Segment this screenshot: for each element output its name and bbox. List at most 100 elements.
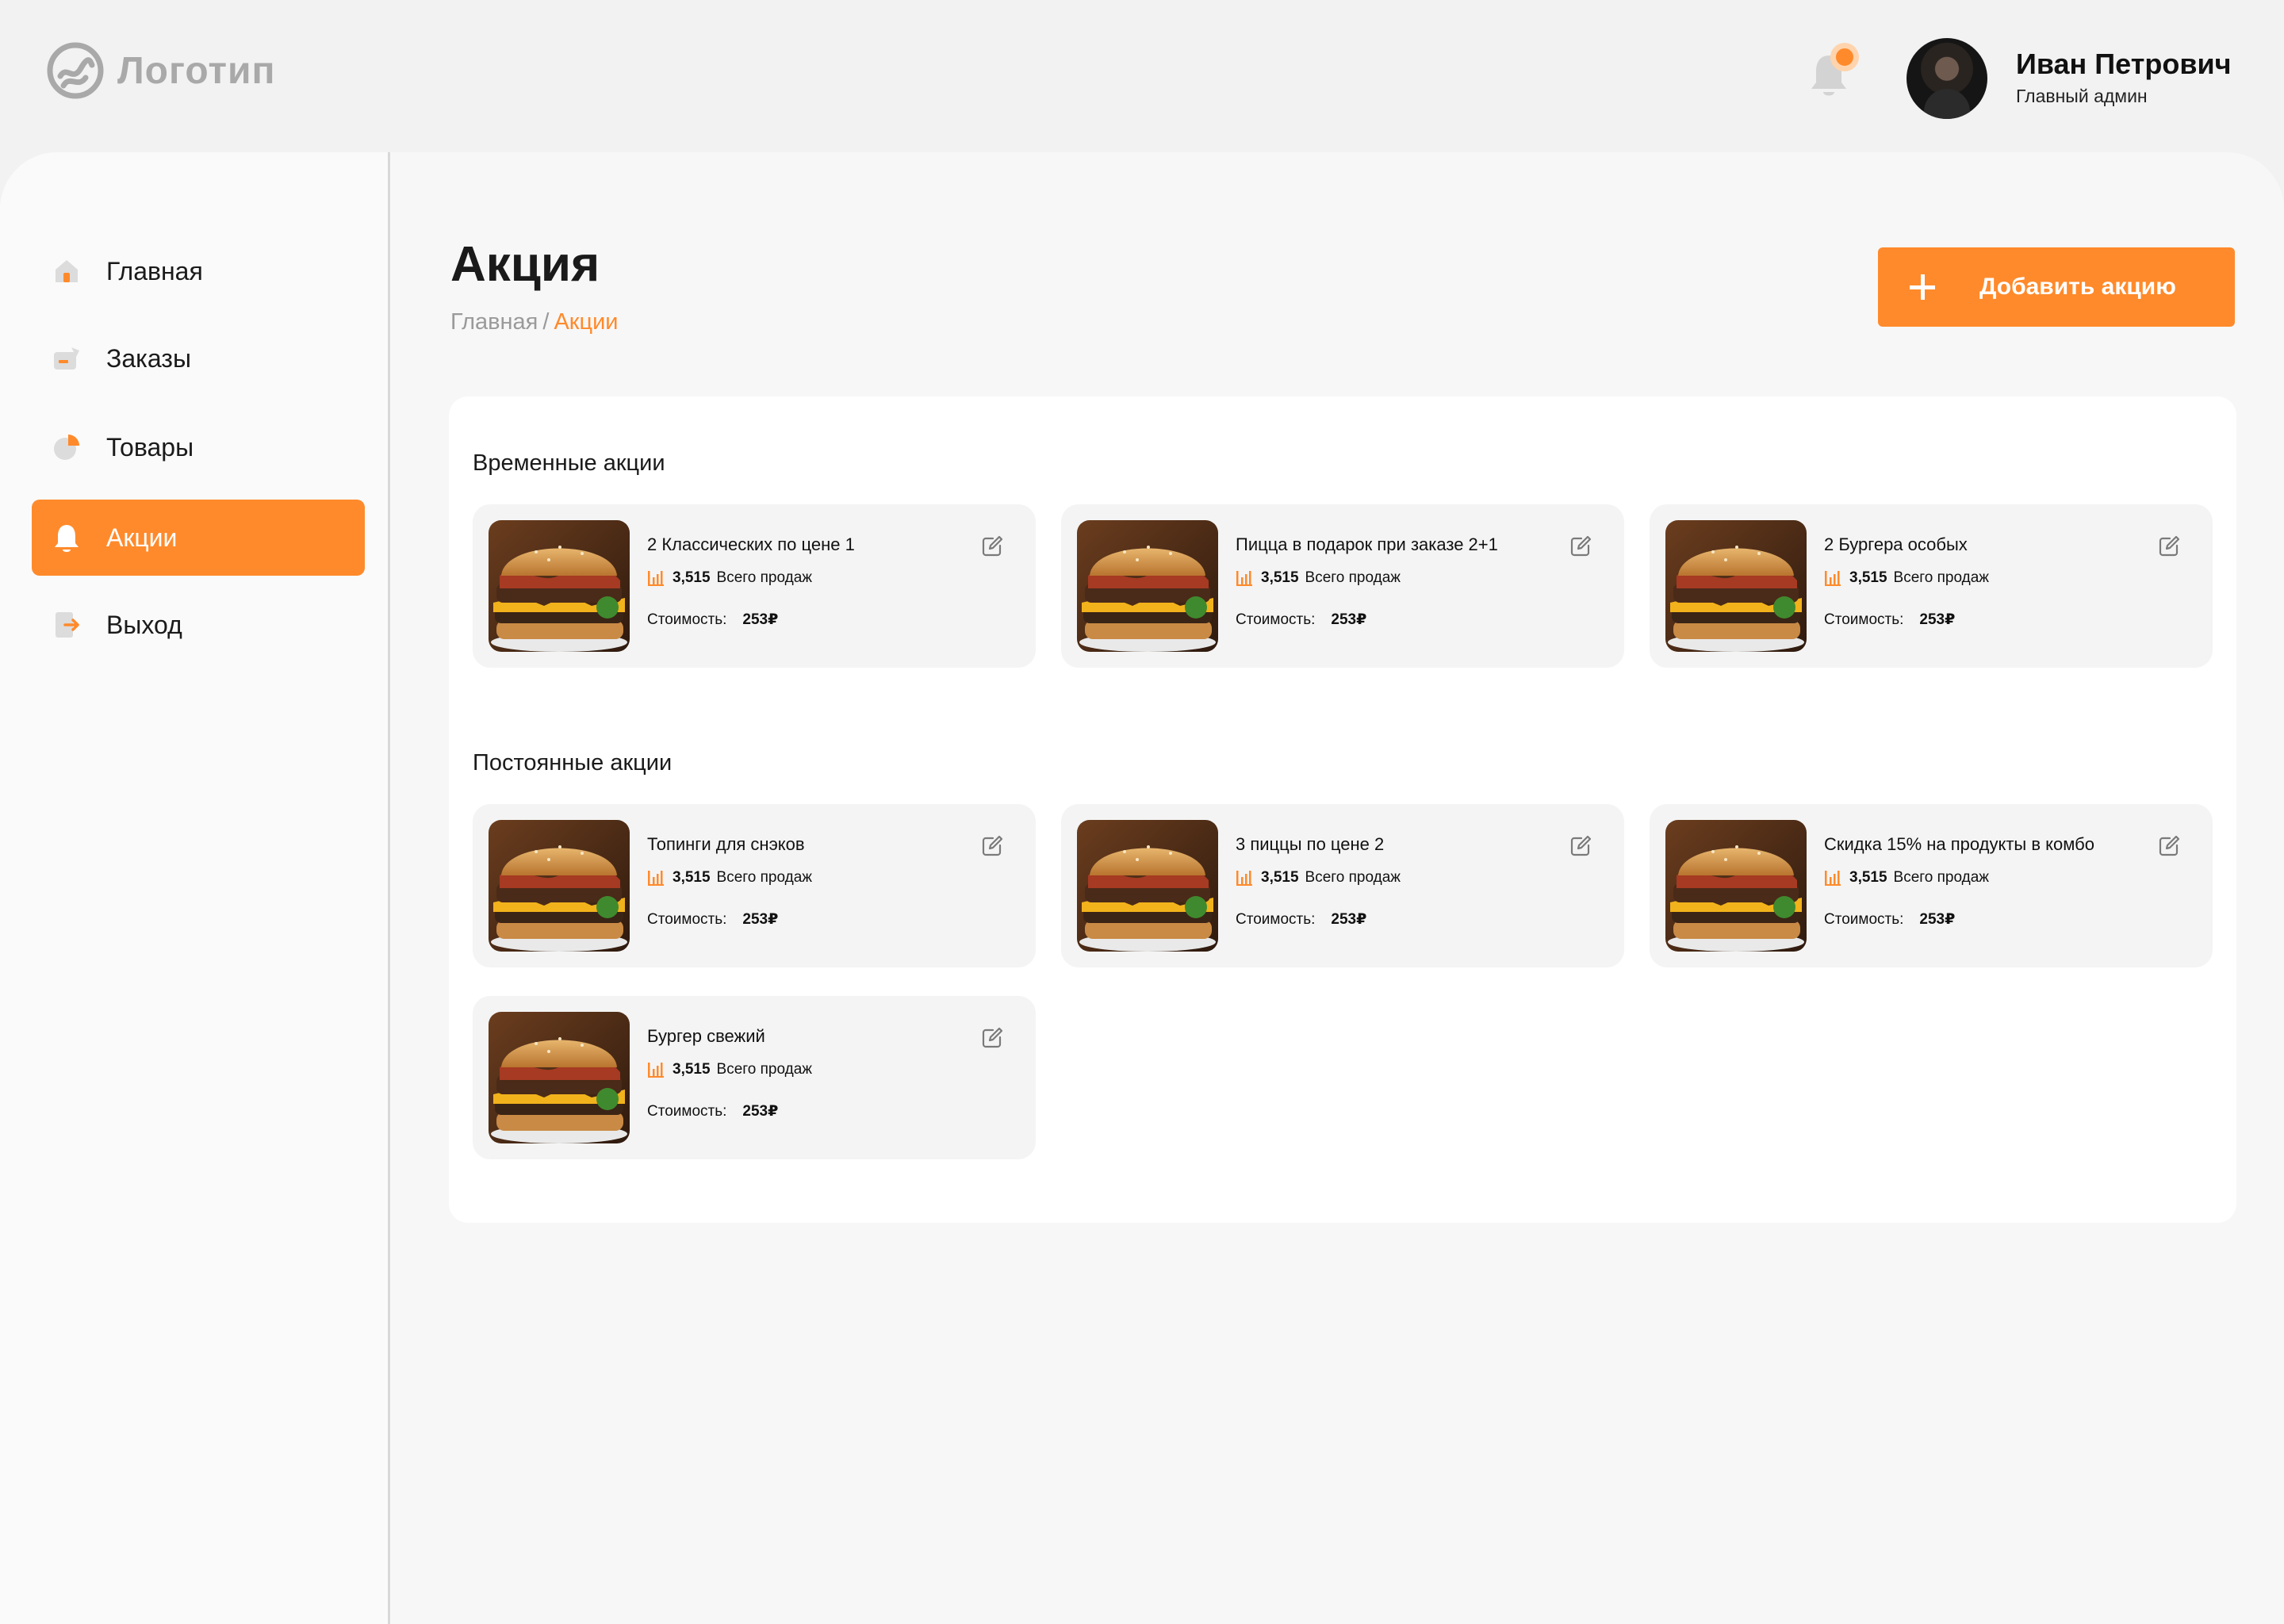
promotion-thumbnail [1077,820,1218,952]
sales-chart-icon [1236,571,1252,586]
home-icon [56,260,78,282]
price-label: Стоимость: [647,611,727,628]
bell-icon [55,525,79,552]
promotion-sales: 3,515 Всего продаж [647,1061,812,1078]
price-value: 253₽ [742,611,779,628]
price-value: 253₽ [1331,611,1367,628]
section-title-temporary: Временные акции [473,450,665,476]
promotion-card[interactable]: Бургер свежий 3,515 Всего продаж Стоимос… [473,996,1036,1159]
sales-chart-icon [648,571,664,586]
section-title-permanent: Постоянные акции [473,750,673,776]
sales-count: 3,515 [673,869,711,886]
breadcrumb: Главная / Акции [450,309,619,335]
price-label: Стоимость: [1236,611,1316,628]
add-promotion-label: Добавить акцию [1979,274,2176,300]
edit-icon[interactable] [1569,834,1592,858]
promotion-title: Скидка 15% на продукты в комбо [1824,834,2094,854]
sidebar-item-label: Акции [106,523,178,552]
price-value: 253₽ [742,911,779,928]
promotion-thumbnail [489,520,630,652]
sidebar-item-label: Главная [106,256,203,285]
promotion-title: 2 Бургера особых [1824,534,1968,554]
promotion-thumbnail [489,1012,630,1143]
promotion-sales: 3,515 Всего продаж [1236,569,1401,587]
sales-chart-icon [1825,871,1841,886]
sales-chart-icon [1236,871,1252,886]
promotion-sales: 3,515 Всего продаж [1824,869,1989,887]
burger-image [1077,820,1218,952]
price-label: Стоимость: [647,1103,727,1120]
sales-label: Всего продаж [1305,869,1401,886]
breadcrumb-separator: / [542,309,550,335]
sales-chart-icon [648,871,664,886]
promotion-title: 2 Классических по цене 1 [647,534,855,554]
sales-count: 3,515 [673,1061,711,1078]
logo[interactable]: Логотип [46,41,276,100]
sales-label: Всего продаж [716,869,813,886]
promotion-card[interactable]: 2 Классических по цене 1 3,515 Всего про… [473,504,1036,668]
edit-icon[interactable] [980,534,1004,558]
promotion-card[interactable]: Пицца в подарок при заказе 2+1 3,515 Все… [1061,504,1624,668]
promotion-thumbnail [1077,520,1218,652]
products-icon [54,435,79,460]
sidebar-item-products[interactable]: Товары [32,409,365,485]
price-value: 253₽ [742,1103,779,1120]
sales-count: 3,515 [673,569,711,586]
sidebar-item-label: Товары [106,432,194,462]
sales-count: 3,515 [1849,569,1887,586]
sidebar-item-home[interactable]: Главная [32,233,365,309]
promotion-sales: 3,515 Всего продаж [647,869,812,887]
sales-label: Всего продаж [1893,569,1990,586]
promotion-title: 3 пиццы по цене 2 [1236,834,1385,854]
edit-icon[interactable] [980,1026,1004,1050]
burger-image [489,520,630,652]
price-label: Стоимость: [1236,911,1316,928]
promotion-sales: 3,515 Всего продаж [1236,869,1401,887]
sales-label: Всего продаж [716,1061,813,1078]
sidebar-item-label: Заказы [106,343,191,373]
promotion-card[interactable]: Скидка 15% на продукты в комбо 3,515 Все… [1650,804,2213,967]
edit-icon[interactable] [1569,534,1592,558]
edit-icon[interactable] [2157,534,2181,558]
promotion-thumbnail [1665,520,1807,652]
promotion-price: Стоимость: 253₽ [1824,611,1955,629]
burger-image [489,820,630,952]
promotion-title: Пицца в подарок при заказе 2+1 [1236,534,1498,554]
promotion-thumbnail [1665,820,1807,952]
plus-icon [1907,271,1938,303]
sales-label: Всего продаж [716,569,813,586]
price-value: 253₽ [1919,911,1956,928]
edit-icon[interactable] [980,834,1004,858]
sidebar-item-orders[interactable]: Заказы [32,320,365,396]
promotion-sales: 3,515 Всего продаж [647,569,812,587]
price-label: Стоимость: [647,911,727,928]
sidebar: Главная Заказы Товары Акции Выход [0,152,390,1624]
promotion-title: Топинги для снэков [647,834,805,854]
breadcrumb-home-link[interactable]: Главная [450,309,538,335]
sales-count: 3,515 [1261,569,1299,586]
promotion-thumbnail [489,820,630,952]
burger-image [1665,520,1807,652]
price-label: Стоимость: [1824,611,1904,628]
sidebar-item-logout[interactable]: Выход [32,587,365,663]
sales-chart-icon [1825,571,1841,586]
promotion-card[interactable]: 3 пиццы по цене 2 3,515 Всего продаж Сто… [1061,804,1624,967]
sidebar-item-label: Выход [106,610,182,639]
promotion-price: Стоимость: 253₽ [647,1102,778,1120]
sales-count: 3,515 [1849,869,1887,886]
sidebar-item-promotions[interactable]: Акции [32,500,365,576]
burger-image [489,1012,630,1143]
orders-icon [54,347,79,370]
promotion-price: Стоимость: 253₽ [647,611,778,629]
add-promotion-button[interactable]: Добавить акцию [1878,247,2235,327]
promotion-price: Стоимость: 253₽ [1236,611,1366,629]
logout-icon [56,612,79,638]
avatar[interactable] [1907,38,1987,119]
promotion-price: Стоимость: 253₽ [1824,910,1955,929]
edit-icon[interactable] [2157,834,2181,858]
price-label: Стоимость: [1824,911,1904,928]
sales-chart-icon [648,1063,664,1078]
price-value: 253₽ [1331,911,1367,928]
promotion-card[interactable]: Топинги для снэков 3,515 Всего продаж Ст… [473,804,1036,967]
promotion-card[interactable]: 2 Бургера особых 3,515 Всего продаж Стои… [1650,504,2213,668]
